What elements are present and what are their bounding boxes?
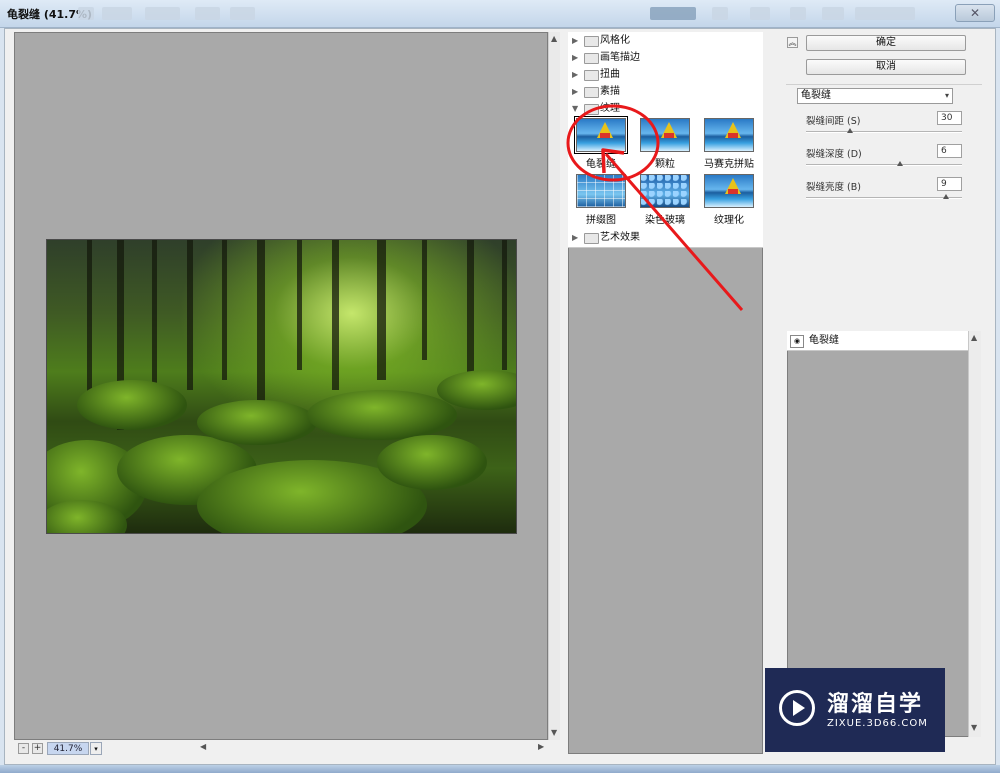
layers-scrollbar[interactable]: ▲ ▼ — [968, 331, 981, 737]
close-button[interactable]: ✕ — [955, 4, 995, 22]
eye-icon[interactable]: ◉ — [790, 335, 804, 348]
crack-brightness-field[interactable]: 9 — [937, 177, 962, 191]
chevron-down-icon: ▾ — [944, 91, 949, 100]
crack-spacing-slider-thumb[interactable] — [846, 128, 853, 133]
filter-select-value: 龟裂缝 — [801, 90, 831, 101]
triangle-right-icon: ▶ — [572, 87, 579, 96]
crack-depth-slider-thumb[interactable] — [896, 161, 903, 166]
filter-thumb-patchwork[interactable]: 拼缀图 — [571, 174, 631, 226]
crack-brightness-label: 裂缝亮度 (B) — [806, 182, 861, 193]
category-artistic[interactable]: ▶ 艺术效果 — [568, 229, 763, 246]
effect-layer-row[interactable]: ◉ 龟裂缝 — [787, 331, 968, 351]
zoom-in-button[interactable]: + — [32, 743, 43, 754]
filter-thumb-craquelure[interactable]: 龟裂缝 — [571, 116, 631, 170]
triangle-right-icon: ▶ — [572, 36, 579, 45]
filter-preview-icon — [640, 174, 690, 208]
zoom-level-field[interactable]: 41.7% — [47, 742, 89, 755]
crack-spacing-field[interactable]: 30 — [937, 111, 962, 125]
toolbar-ghost-icon — [145, 7, 180, 20]
triangle-right-icon: ▶ — [572, 233, 579, 242]
toolbar-ghost-icon — [650, 7, 696, 20]
taskbar — [0, 765, 1000, 773]
filter-thumb-stained-glass[interactable]: 染色玻璃 — [635, 174, 695, 226]
filter-thumb-grain[interactable]: 颗粒 — [635, 118, 695, 170]
filter-select[interactable]: 龟裂缝 ▾ — [797, 88, 953, 104]
crack-spacing-slider[interactable] — [806, 131, 962, 133]
category-distort[interactable]: ▶ 扭曲 — [568, 66, 763, 83]
preview-image — [46, 239, 517, 534]
watermark: 溜溜自学 ZIXUE.3D66.COM — [765, 668, 945, 752]
preview-horizontal-scrollbar[interactable]: ◀ ▶ — [198, 742, 548, 754]
toolbar-ghost-icon — [855, 7, 915, 20]
toolbar-ghost-icon — [230, 7, 255, 20]
zoom-out-button[interactable]: - — [18, 743, 29, 754]
folder-icon — [584, 233, 599, 244]
zoom-dropdown-icon[interactable]: ▾ — [90, 742, 102, 755]
folder-icon — [584, 36, 599, 47]
crack-depth-field[interactable]: 6 — [937, 144, 962, 158]
crack-depth-slider[interactable] — [806, 164, 962, 166]
crack-brightness-slider[interactable] — [806, 197, 962, 199]
toolbar-ghost-icon — [790, 7, 806, 20]
filter-preview-icon — [704, 118, 754, 152]
toolbar-ghost-icon — [750, 7, 770, 20]
folder-icon — [584, 104, 599, 115]
toolbar-ghost-icon — [712, 7, 728, 20]
filter-thumb-texturizer[interactable]: 纹理化 — [699, 174, 759, 226]
filter-preview-icon — [574, 116, 628, 154]
folder-icon — [584, 87, 599, 98]
triangle-right-icon: ▶ — [572, 53, 579, 62]
toolbar-ghost-icon — [822, 7, 844, 20]
category-sketch[interactable]: ▶ 素描 — [568, 83, 763, 100]
preview-vertical-scrollbar[interactable]: ▲ ▼ — [548, 32, 560, 740]
filter-thumb-mosaic-tiles[interactable]: 马赛克拼贴 — [699, 118, 759, 170]
crack-spacing-label: 裂缝间距 (S) — [806, 116, 861, 127]
crack-brightness-slider-thumb[interactable] — [943, 194, 950, 199]
crack-depth-label: 裂缝深度 (D) — [806, 149, 862, 160]
watermark-name: 溜溜自学 — [827, 692, 924, 717]
folder-icon — [584, 53, 599, 64]
play-logo-icon — [779, 690, 815, 726]
filter-preview-icon — [640, 118, 690, 152]
ok-button[interactable]: 确定 — [806, 35, 966, 51]
category-brush-strokes[interactable]: ▶ 画笔描边 — [568, 49, 763, 66]
triangle-right-icon: ▶ — [572, 70, 579, 79]
folder-icon — [584, 70, 599, 81]
toolbar-ghost-icon — [195, 7, 220, 20]
toolbar-ghost-icon — [102, 7, 132, 20]
collapse-gallery-button[interactable]: ︽ — [787, 37, 798, 48]
filter-preview-icon — [704, 174, 754, 208]
cancel-button[interactable]: 取消 — [806, 59, 966, 75]
effect-layer-label: 龟裂缝 — [809, 335, 839, 346]
watermark-url: ZIXUE.3D66.COM — [827, 718, 928, 729]
filter-gallery-list: ▶ 风格化 ▶ 画笔描边 ▶ 扭曲 ▶ 素描 ▼ 纹理 龟裂缝 颗粒 马赛克拼贴… — [568, 32, 763, 248]
category-stylize[interactable]: ▶ 风格化 — [568, 32, 763, 49]
triangle-down-icon: ▼ — [572, 104, 579, 113]
category-texture[interactable]: ▼ 纹理 — [568, 100, 763, 117]
filter-preview-icon — [576, 174, 626, 208]
toolbar-ghost-icon — [78, 7, 94, 20]
